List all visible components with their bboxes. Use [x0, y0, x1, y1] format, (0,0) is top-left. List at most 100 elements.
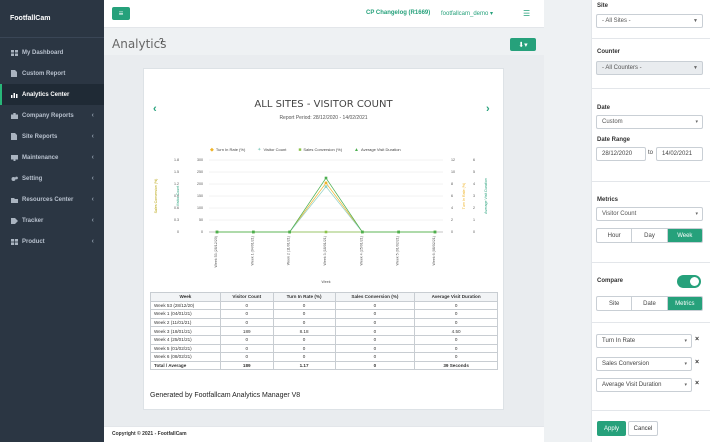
table-cell: 0	[414, 343, 498, 354]
table-header-row: Week Visitor Count Turn In Rate (%) Sale…	[150, 292, 498, 302]
apply-button[interactable]: Apply	[597, 421, 626, 436]
chevron-left-icon: ‹	[91, 217, 94, 224]
list-menu-icon[interactable]: ☰	[523, 9, 530, 18]
sidebar-item-my-dashboard[interactable]: My Dashboard	[0, 42, 104, 63]
table-cell: 8.18	[272, 326, 336, 336]
compare-site[interactable]: Site	[597, 297, 633, 310]
report-table: Week Visitor Count Turn In Rate (%) Sale…	[150, 292, 498, 371]
compare-metrics[interactable]: Metrics	[667, 297, 702, 310]
export-button[interactable]: ⬇▾	[510, 38, 536, 51]
x-tick-label: Week 5 (01/02/21)	[396, 236, 400, 265]
table-cell: 0	[334, 352, 416, 362]
date-select[interactable]: Custom ▾	[596, 115, 703, 129]
date-range-label: Date Range	[597, 137, 631, 143]
sidebar-item-maintenance[interactable]: Maintenance ‹	[0, 147, 104, 168]
compare-metric-select[interactable]: Turn In Rate ▾	[596, 334, 692, 348]
gears-icon	[10, 175, 18, 182]
sidebar-item-label: Resources Center	[22, 196, 74, 203]
report-period: Report Period: 28/12/2020 - 14/02/2021	[279, 115, 368, 121]
site-select[interactable]: - All Sites - ▼	[596, 14, 703, 28]
sidebar-item-company-reports[interactable]: Company Reports ‹	[0, 105, 104, 126]
table-cell: 189	[219, 326, 274, 336]
column-header: Visitor Count	[219, 292, 274, 302]
left-axis-tick: 50	[199, 218, 203, 222]
table-cell: 0	[219, 352, 274, 362]
x-tick-label: Week 1 (04/01/21)	[250, 236, 254, 266]
remove-icon[interactable]: ×	[695, 380, 699, 387]
compare-date[interactable]: Date	[632, 297, 668, 310]
granularity-week[interactable]: Week	[667, 229, 702, 242]
data-point	[252, 230, 255, 234]
table-row: Week 3 (18/01/21) 189 8.18 0 4.50	[150, 326, 498, 336]
compare-metric-select[interactable]: Average Visit Duration ▾	[596, 378, 692, 392]
x-tick-label: Week 6 (08/02/21)	[432, 236, 436, 266]
sidebar-item-site-reports[interactable]: Site Reports ‹	[0, 126, 104, 147]
sidebar-item-label: Site Reports	[22, 133, 58, 140]
right-axis-title: Average Visit Duration	[484, 178, 488, 214]
remove-icon[interactable]: ×	[695, 359, 699, 366]
user-menu[interactable]: footfallcam_demo ▾	[441, 10, 493, 17]
chart-title: ALL SITES - VISITOR COUNT	[254, 99, 393, 110]
briefcase-icon	[10, 112, 18, 119]
help-icon[interactable]: ?	[159, 37, 163, 46]
date-from-input[interactable]: 28/12/2020	[596, 147, 646, 161]
left-axis-tick: 100	[197, 206, 203, 210]
changelog-link[interactable]: CP Changelog (R1669)	[366, 10, 430, 16]
left-axis-tick: 300	[197, 158, 203, 162]
table-cell: Week 6 (08/02/21)	[150, 352, 221, 362]
table-row: Week 5 (01/02/21) 0 0 0 0	[150, 343, 498, 354]
table-row: Week 4 (25/01/21) 0 0 0 0	[150, 334, 498, 345]
granularity-day[interactable]: Day	[632, 229, 668, 242]
data-point	[324, 230, 328, 234]
sidebar-item-tracker[interactable]: Tracker ‹	[0, 210, 104, 231]
table-cell: 0	[334, 343, 416, 354]
table-cell: 0	[272, 309, 336, 319]
sidebar-item-product[interactable]: Product ‹	[0, 231, 104, 252]
file-icon	[10, 70, 18, 77]
compare-label: Compare	[597, 278, 624, 284]
x-tick-label: Week 2 (11/01/21)	[287, 236, 291, 265]
remove-icon[interactable]: ×	[695, 336, 699, 343]
compare-mode-toggle: Site Date Metrics	[596, 296, 703, 311]
sidebar-item-custom-report[interactable]: Custom Report	[0, 63, 104, 84]
table-cell: 0	[334, 326, 416, 336]
chevron-down-icon: ▾	[684, 361, 687, 367]
cancel-button[interactable]: Cancel	[628, 421, 658, 436]
counter-select[interactable]: - All Counters - ▼	[596, 61, 703, 75]
sidebar-item-label: Tracker	[22, 217, 44, 224]
right-axis-tick: 0	[473, 230, 475, 234]
right-axis-tick: 1	[473, 218, 475, 222]
granularity-hour[interactable]: Hour	[597, 229, 633, 242]
right-axis-tick: 6	[451, 194, 453, 198]
metrics-select[interactable]: Visitor Count ▾	[596, 207, 703, 221]
right-axis-tick: 2	[473, 206, 475, 210]
table-cell: 0	[272, 343, 336, 354]
chevron-down-icon: ▾	[684, 338, 687, 344]
sidebar-item-label: My Dashboard	[22, 49, 64, 56]
compare-toggle[interactable]	[677, 275, 701, 288]
divider	[592, 38, 710, 39]
sidebar-item-label: Maintenance	[22, 154, 59, 161]
data-point	[215, 230, 219, 234]
left-axis-tick: 1.2	[174, 182, 179, 186]
sidebar-item-analytics-center[interactable]: Analytics Center	[0, 84, 104, 105]
table-row: Week 2 (11/01/21) 0 0 0 0	[150, 317, 498, 328]
right-axis-tick: 2	[451, 218, 453, 222]
menu-toggle-button[interactable]: ≡	[112, 7, 130, 20]
compare-metric-select[interactable]: Sales Conversion ▾	[596, 357, 692, 371]
top-bar: ≡ CP Changelog (R1669) footfallcam_demo …	[104, 0, 544, 28]
sidebar-item-label: Setting	[22, 175, 43, 182]
table-row: Week 6 (08/02/21) 0 0 0 0	[150, 352, 498, 362]
right-axis-tick: 10	[451, 170, 455, 174]
sidebar-item-resources-center[interactable]: Resources Center ‹	[0, 189, 104, 210]
table-total-row: Total / Average 189 1.17 0 39 Seconds	[150, 360, 498, 371]
x-tick-label: Week 4 (25/01/21)	[359, 236, 363, 266]
right-axis-tick: 4	[451, 206, 453, 210]
divider	[592, 88, 710, 89]
left-axis-tick: 0	[201, 230, 203, 234]
brand-logo[interactable]: FootfallCam	[0, 0, 104, 38]
table-cell: 0	[414, 300, 498, 311]
sidebar-item-setting[interactable]: Setting ‹	[0, 168, 104, 189]
dashboard-icon	[10, 49, 18, 56]
date-to-input[interactable]: 14/02/2021	[656, 147, 703, 161]
